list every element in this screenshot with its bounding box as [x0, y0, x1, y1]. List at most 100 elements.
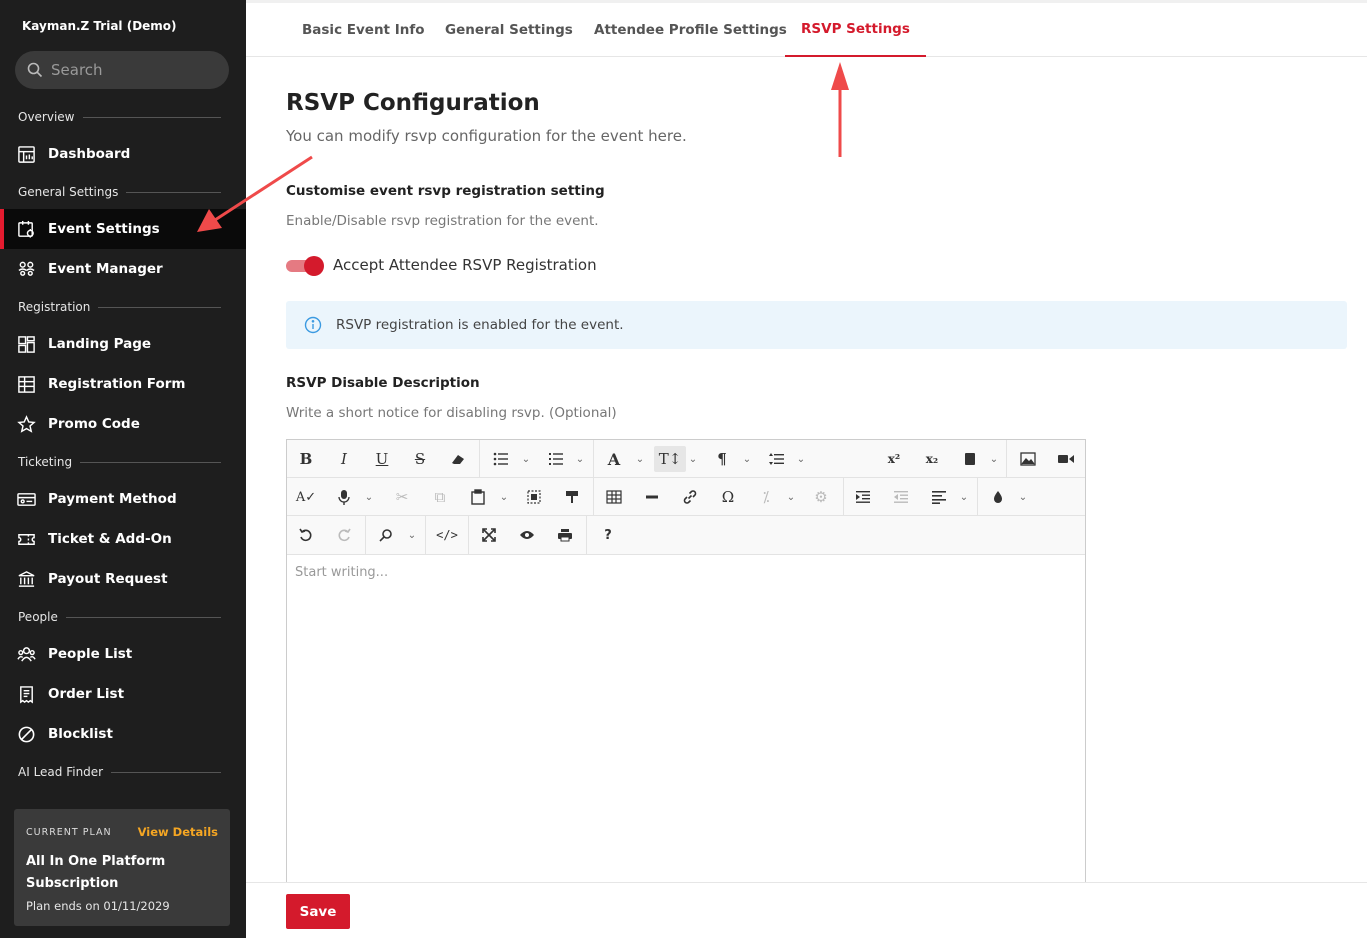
plan-end-date: Plan ends on 01/11/2029	[26, 899, 170, 913]
chevron-down-icon[interactable]: ⌄	[786, 490, 796, 504]
toolbar-separator	[365, 516, 366, 554]
ticket-icon	[18, 533, 35, 545]
chevron-down-icon[interactable]: ⌄	[742, 452, 752, 466]
source-code-icon[interactable]: </>	[434, 522, 460, 548]
sidebar: Kayman.Z Trial (Demo) Overview Dashboard…	[0, 0, 246, 938]
bold-icon[interactable]: B	[293, 446, 319, 472]
video-icon[interactable]	[1053, 446, 1079, 472]
sidebar-item-event-settings[interactable]: Event Settings	[0, 209, 246, 249]
chevron-down-icon[interactable]: ⌄	[1018, 490, 1028, 504]
rsvp-toggle-switch[interactable]	[286, 256, 324, 276]
section-overview: Overview	[18, 109, 221, 125]
disable-description-heading: RSVP Disable Description	[286, 375, 480, 391]
tab-attendee-profile-settings[interactable]: Attendee Profile Settings	[594, 3, 787, 57]
color-drop-icon[interactable]	[985, 484, 1011, 510]
annotation-arrow-rsvp-tab	[831, 62, 849, 157]
section-divider	[80, 461, 221, 463]
toolbar-separator	[479, 440, 480, 478]
font-size-icon[interactable]: T↕	[654, 446, 686, 472]
search-input[interactable]	[51, 61, 211, 79]
tab-general-settings[interactable]: General Settings	[445, 3, 573, 57]
sidebar-item-people-list[interactable]: People List	[0, 634, 246, 674]
link-icon[interactable]	[677, 484, 703, 510]
chevron-down-icon[interactable]: ⌄	[499, 490, 509, 504]
spellcheck-icon[interactable]: A✓	[293, 484, 319, 510]
paragraph-icon[interactable]: ¶	[709, 446, 735, 472]
format-painter-icon[interactable]	[559, 484, 585, 510]
print-icon[interactable]	[552, 522, 578, 548]
table-insert-icon[interactable]	[601, 484, 627, 510]
customise-heading: Customise event rsvp registration settin…	[286, 183, 605, 199]
select-all-icon[interactable]	[521, 484, 547, 510]
sidebar-item-order-list[interactable]: Order List	[0, 674, 246, 714]
indent-icon[interactable]	[850, 484, 876, 510]
sidebar-item-promo-code[interactable]: Promo Code	[0, 404, 246, 444]
strikethrough-icon[interactable]: S	[407, 446, 433, 472]
sidebar-item-blocklist[interactable]: Blocklist	[0, 714, 246, 754]
bullet-list-icon[interactable]	[488, 446, 514, 472]
undo-icon[interactable]	[293, 522, 319, 548]
italic-icon[interactable]: I	[331, 446, 357, 472]
chevron-down-icon[interactable]: ⌄	[688, 452, 698, 466]
find-icon[interactable]	[373, 522, 399, 548]
eraser-icon[interactable]	[445, 446, 471, 472]
sidebar-item-dashboard[interactable]: Dashboard	[0, 134, 246, 174]
editor-content-area[interactable]: Start writing...	[287, 555, 1085, 885]
chevron-down-icon[interactable]: ⌄	[989, 452, 999, 466]
chevron-down-icon[interactable]: ⌄	[959, 490, 969, 504]
font-family-icon[interactable]: A	[601, 446, 627, 472]
toggle-knob	[304, 256, 324, 276]
section-ticketing-label: Ticketing	[18, 455, 73, 469]
help-icon[interactable]: ?	[595, 522, 621, 548]
info-alert: RSVP registration is enabled for the eve…	[286, 301, 1347, 349]
special-character-icon[interactable]: Ω	[715, 484, 741, 510]
section-general-label: General Settings	[18, 185, 119, 199]
outdent-icon[interactable]	[888, 484, 914, 510]
sidebar-item-registration-form[interactable]: Registration Form	[0, 364, 246, 404]
clipboard-icon[interactable]	[957, 446, 983, 472]
paste-icon[interactable]	[465, 484, 491, 510]
section-people-label: People	[18, 610, 58, 624]
sidebar-item-ticket-addon[interactable]: Ticket & Add-On	[0, 519, 246, 559]
magic-icon[interactable]: ⁒	[753, 484, 779, 510]
underline-icon[interactable]: U	[369, 446, 395, 472]
align-left-icon[interactable]	[926, 484, 952, 510]
line-height-icon[interactable]	[764, 446, 790, 472]
chevron-down-icon[interactable]: ⌄	[635, 452, 645, 466]
redo-icon[interactable]	[331, 522, 357, 548]
numbered-list-icon[interactable]	[543, 446, 569, 472]
search-box[interactable]	[15, 51, 229, 89]
view-details-link[interactable]: View Details	[138, 825, 218, 839]
horizontal-rule-icon[interactable]	[639, 484, 665, 510]
rsvp-toggle-label[interactable]: Accept Attendee RSVP Registration	[333, 256, 597, 274]
chevron-down-icon[interactable]: ⌄	[407, 528, 417, 542]
sidebar-item-label: Payment Method	[48, 491, 177, 507]
image-icon[interactable]	[1015, 446, 1041, 472]
section-overview-label: Overview	[18, 110, 75, 124]
tab-basic-event-info[interactable]: Basic Event Info	[302, 3, 425, 57]
sidebar-item-payment-method[interactable]: Payment Method	[0, 479, 246, 519]
toolbar-separator	[593, 440, 594, 478]
save-button[interactable]: Save	[286, 894, 350, 929]
subscript-icon[interactable]: x₂	[919, 446, 945, 472]
copy-icon[interactable]: ⧉	[427, 484, 453, 510]
cut-icon[interactable]: ✂	[389, 484, 415, 510]
sidebar-item-payout-request[interactable]: Payout Request	[0, 559, 246, 599]
sidebar-item-event-manager[interactable]: Event Manager	[0, 249, 246, 289]
tab-rsvp-settings[interactable]: RSVP Settings	[785, 3, 926, 57]
superscript-icon[interactable]: x²	[881, 446, 907, 472]
chevron-down-icon[interactable]: ⌄	[364, 490, 374, 504]
org-name[interactable]: Kayman.Z Trial (Demo)	[22, 19, 177, 33]
users-group-icon	[18, 261, 35, 276]
customise-description: Enable/Disable rsvp registration for the…	[286, 213, 599, 229]
chevron-down-icon[interactable]: ⌄	[521, 452, 531, 466]
preview-eye-icon[interactable]	[514, 522, 540, 548]
chevron-down-icon[interactable]: ⌄	[796, 452, 806, 466]
microphone-icon[interactable]	[331, 484, 357, 510]
chevron-down-icon[interactable]: ⌄	[575, 452, 585, 466]
sidebar-item-label: Landing Page	[48, 336, 152, 352]
robot-icon[interactable]: ⚙	[808, 484, 834, 510]
sidebar-item-landing-page[interactable]: Landing Page	[0, 324, 246, 364]
toolbar-separator	[425, 516, 426, 554]
fullscreen-icon[interactable]	[476, 522, 502, 548]
